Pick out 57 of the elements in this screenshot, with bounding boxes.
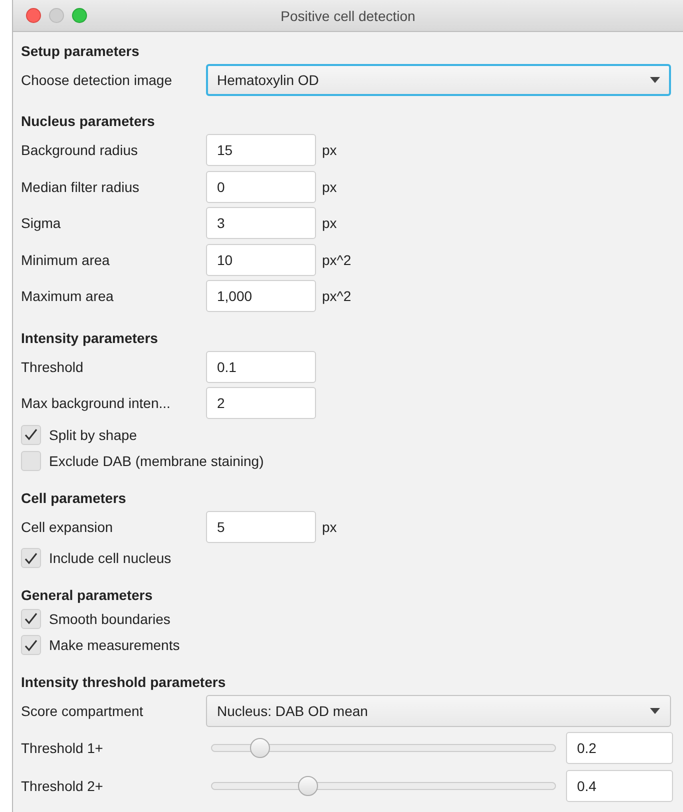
- field-label: Threshold 2+: [21, 778, 104, 794]
- input-field[interactable]: 15: [206, 134, 316, 166]
- field-label: Minimum area: [21, 252, 110, 268]
- caret-icon: [650, 77, 660, 83]
- unit-label: px: [322, 142, 337, 158]
- input-field[interactable]: 10: [206, 244, 316, 276]
- dropdown[interactable]: Nucleus: DAB OD mean: [206, 694, 671, 726]
- field-label: Threshold 1+: [21, 740, 104, 756]
- input-field[interactable]: 3: [206, 207, 316, 240]
- checkmark-icon: [24, 552, 38, 565]
- checkbox-label: Smooth boundaries: [49, 610, 170, 627]
- slider-thumb[interactable]: [298, 776, 318, 796]
- checkbox[interactable]: [21, 608, 41, 629]
- checkbox[interactable]: [21, 451, 41, 472]
- field-label: Sigma: [21, 215, 61, 232]
- checkbox-label: Include cell nucleus: [49, 550, 172, 566]
- window-title: Positive cell detection: [280, 8, 416, 24]
- checkmark-icon: [24, 638, 38, 652]
- unit-label: px: [322, 518, 337, 535]
- field-label: Score compartment: [21, 702, 144, 718]
- checkbox-label: Split by shape: [49, 426, 137, 443]
- checkbox-label: Exclude DAB (membrane staining): [49, 453, 264, 470]
- dropdown[interactable]: Hematoxylin OD: [206, 64, 671, 96]
- checkmark-icon: [24, 612, 38, 626]
- field-label: Threshold: [21, 358, 84, 375]
- unit-label: px: [322, 215, 337, 232]
- zoom-button[interactable]: [72, 8, 87, 23]
- input-field[interactable]: 0.4: [566, 770, 673, 802]
- section-heading: Nucleus parameters: [21, 112, 155, 131]
- section-heading: Cell parameters: [21, 488, 126, 508]
- field-label: Median filter radius: [21, 178, 140, 195]
- checkmark-icon: [24, 428, 38, 442]
- section-heading: Setup parameters: [21, 42, 140, 61]
- section-heading: General parameters: [21, 586, 153, 605]
- slider-thumb[interactable]: [250, 738, 270, 758]
- field-label: Background radius: [21, 142, 138, 158]
- input-field[interactable]: 5: [206, 510, 316, 543]
- checkbox-label: Make measurements: [49, 637, 180, 654]
- input-field[interactable]: 2: [206, 387, 316, 420]
- section-heading: Intensity parameters: [21, 328, 158, 348]
- unit-label: px: [322, 178, 337, 195]
- checkbox[interactable]: [21, 548, 41, 568]
- checkbox[interactable]: [21, 424, 41, 445]
- close-button[interactable]: [26, 8, 41, 23]
- input-field[interactable]: 0.1: [206, 350, 316, 383]
- input-field[interactable]: 0.2: [566, 732, 673, 764]
- caret-icon: [650, 708, 660, 714]
- field-label: Maximum area: [21, 288, 114, 304]
- input-field[interactable]: 1,000: [206, 280, 316, 312]
- field-label: Cell expansion: [21, 518, 113, 535]
- input-field[interactable]: 0: [206, 170, 316, 203]
- checkbox[interactable]: [21, 635, 41, 656]
- unit-label: px^2: [322, 252, 352, 268]
- field-label: Choose detection image: [21, 72, 172, 88]
- section-heading: Intensity threshold parameters: [21, 672, 226, 692]
- field-label: Max background inten...: [21, 395, 170, 412]
- unit-label: px^2: [322, 288, 352, 304]
